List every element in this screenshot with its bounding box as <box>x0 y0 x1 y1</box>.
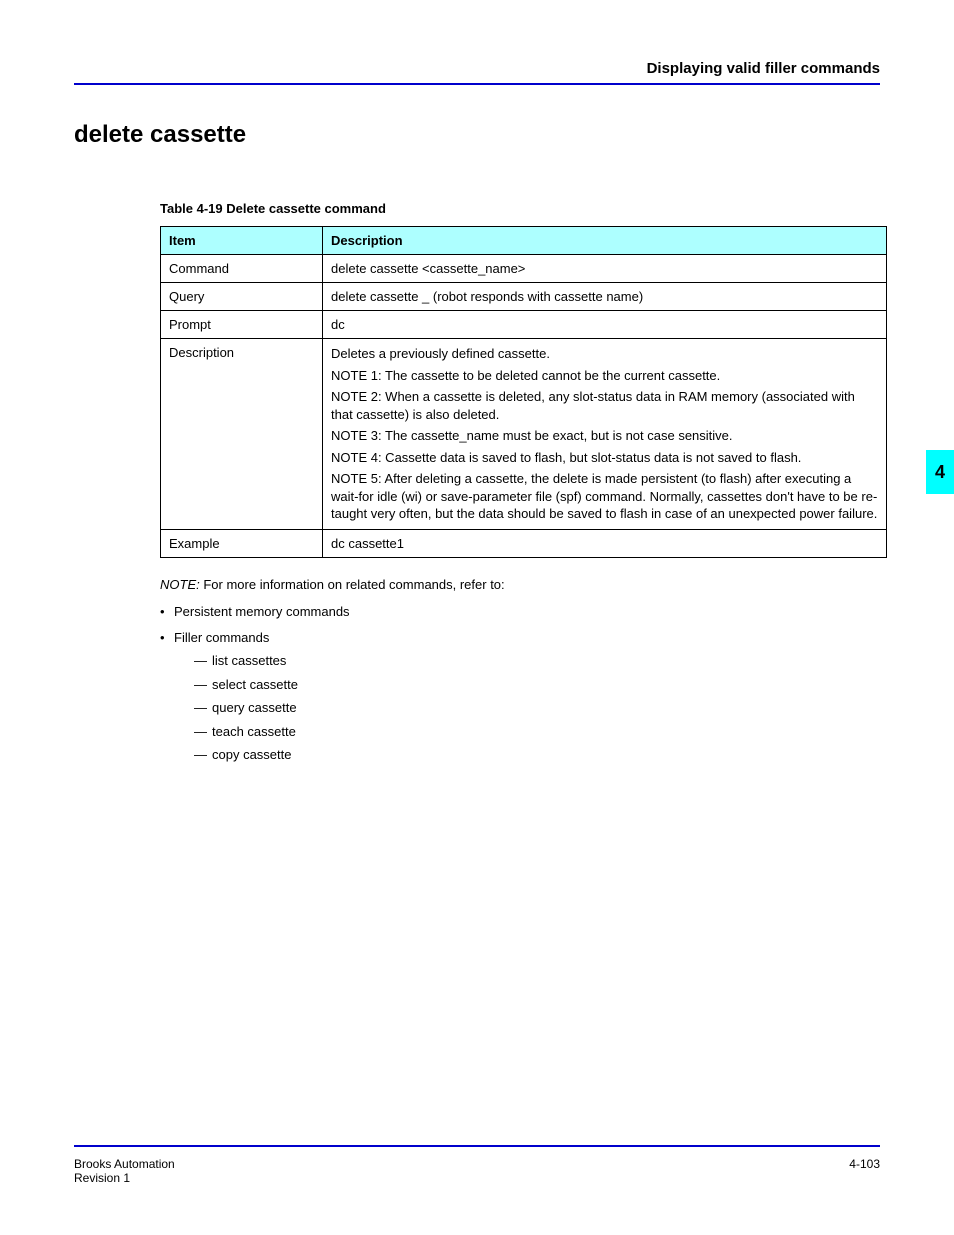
note-text: For more information on related commands… <box>203 577 504 592</box>
list-item-text: Persistent memory commands <box>174 604 350 619</box>
table-caption: Table 4-19 Delete cassette command <box>160 201 880 216</box>
desc-line: NOTE 5: After deleting a cassette, the d… <box>331 470 878 523</box>
dash-icon: — <box>194 745 212 765</box>
table-row: Command delete cassette <cassette_name> <box>161 255 887 283</box>
cell-item: Description <box>161 339 323 530</box>
list-item: •Persistent memory commands <box>160 602 886 622</box>
sub-list-item: —teach cassette <box>194 722 886 742</box>
sub-list-text: query cassette <box>212 700 297 715</box>
section-heading: delete cassette <box>74 121 880 149</box>
cell-desc: dc cassette1 <box>323 529 887 557</box>
command-table: Item Description Command delete cassette… <box>160 226 887 558</box>
related-list: •Persistent memory commands •Filler comm… <box>160 602 886 765</box>
sub-list-text: copy cassette <box>212 747 292 762</box>
cell-item: Prompt <box>161 311 323 339</box>
table-row: Query delete cassette _ (robot responds … <box>161 283 887 311</box>
desc-line: Deletes a previously defined cassette. <box>331 345 878 363</box>
dash-icon: — <box>194 651 212 671</box>
dash-icon: — <box>194 675 212 695</box>
table-row: Example dc cassette1 <box>161 529 887 557</box>
sub-list-text: select cassette <box>212 677 298 692</box>
table-header-desc: Description <box>323 227 887 255</box>
sub-list-text: list cassettes <box>212 653 286 668</box>
table-header-item: Item <box>161 227 323 255</box>
sub-list-text: teach cassette <box>212 724 296 739</box>
page-header-title: Displaying valid filler commands <box>74 60 880 77</box>
dash-icon: — <box>194 698 212 718</box>
sub-list-item: —copy cassette <box>194 745 886 765</box>
desc-line: NOTE 3: The cassette_name must be exact,… <box>331 427 878 445</box>
cell-item: Example <box>161 529 323 557</box>
footer-right: 4-103 <box>849 1157 880 1171</box>
cell-desc: Deletes a previously defined cassette. N… <box>323 339 887 530</box>
sub-list-item: —select cassette <box>194 675 886 695</box>
desc-line: NOTE 2: When a cassette is deleted, any … <box>331 388 878 423</box>
sub-list-item: —query cassette <box>194 698 886 718</box>
list-item-text: Filler commands <box>174 630 269 645</box>
note-label: NOTE: <box>160 577 200 592</box>
page-footer: Brooks Automation 4-103 Revision 1 <box>74 1145 880 1185</box>
cell-desc: dc <box>323 311 887 339</box>
cell-item: Query <box>161 283 323 311</box>
bullet-icon: • <box>160 628 174 648</box>
sub-list-item: —list cassettes <box>194 651 886 671</box>
footer-left: Brooks Automation <box>74 1157 175 1171</box>
desc-line: NOTE 4: Cassette data is saved to flash,… <box>331 449 878 467</box>
bullet-icon: • <box>160 602 174 622</box>
dash-icon: — <box>194 722 212 742</box>
related-note: NOTE: For more information on related co… <box>160 576 886 594</box>
cell-desc: delete cassette _ (robot responds with c… <box>323 283 887 311</box>
cell-item: Command <box>161 255 323 283</box>
header-rule <box>74 83 880 85</box>
footer-rule <box>74 1145 880 1147</box>
footer-mid: Revision 1 <box>74 1171 130 1185</box>
table-header-row: Item Description <box>161 227 887 255</box>
table-row: Prompt dc <box>161 311 887 339</box>
cell-desc: delete cassette <cassette_name> <box>323 255 887 283</box>
desc-line: NOTE 1: The cassette to be deleted canno… <box>331 367 878 385</box>
list-item: •Filler commands —list cassettes —select… <box>160 628 886 765</box>
chapter-tab: 4 <box>926 450 954 494</box>
table-row: Description Deletes a previously defined… <box>161 339 887 530</box>
